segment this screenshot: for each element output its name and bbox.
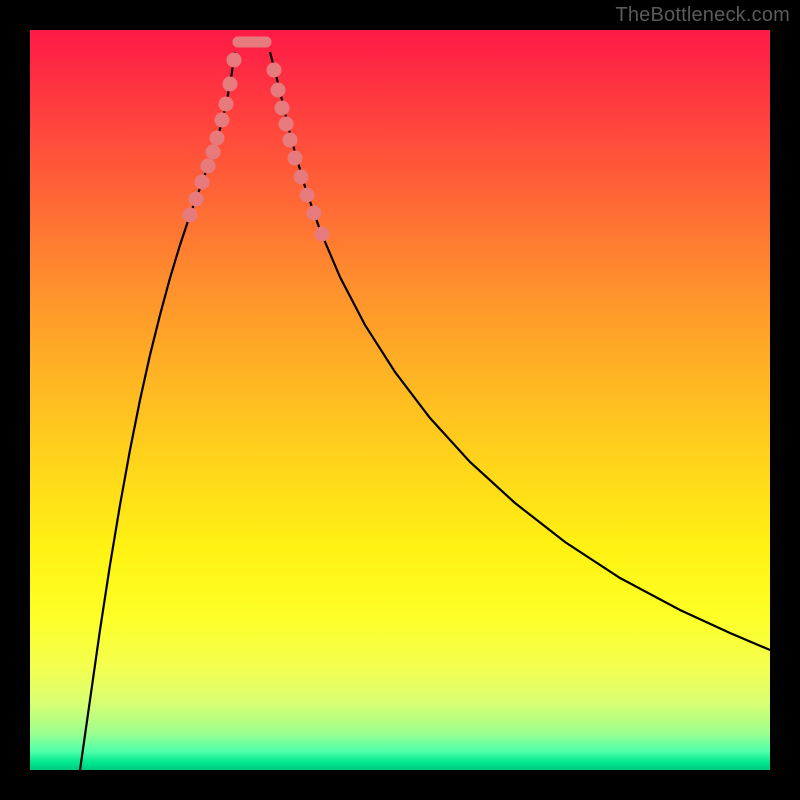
marker-dot — [219, 97, 234, 112]
right-markers — [267, 63, 330, 242]
marker-dot — [201, 159, 216, 174]
left-markers — [183, 53, 242, 223]
chart-plot-area — [30, 30, 770, 770]
marker-dot — [195, 175, 210, 190]
marker-dot — [189, 192, 204, 207]
marker-dot — [288, 151, 303, 166]
marker-dot — [271, 83, 286, 98]
right-curve — [270, 52, 770, 650]
marker-dot — [315, 227, 330, 242]
marker-dot — [206, 145, 221, 160]
marker-dot — [223, 77, 238, 92]
marker-dot — [307, 206, 322, 221]
marker-dot — [294, 170, 309, 185]
marker-dot — [227, 53, 242, 68]
chart-svg — [30, 30, 770, 770]
marker-dot — [215, 113, 230, 128]
watermark-text: TheBottleneck.com — [615, 4, 790, 27]
marker-dot — [275, 101, 290, 116]
marker-dot — [210, 131, 225, 146]
marker-dot — [283, 133, 298, 148]
marker-dot — [183, 208, 198, 223]
marker-dot — [267, 63, 282, 78]
marker-dot — [279, 117, 294, 132]
marker-dot — [300, 188, 315, 203]
